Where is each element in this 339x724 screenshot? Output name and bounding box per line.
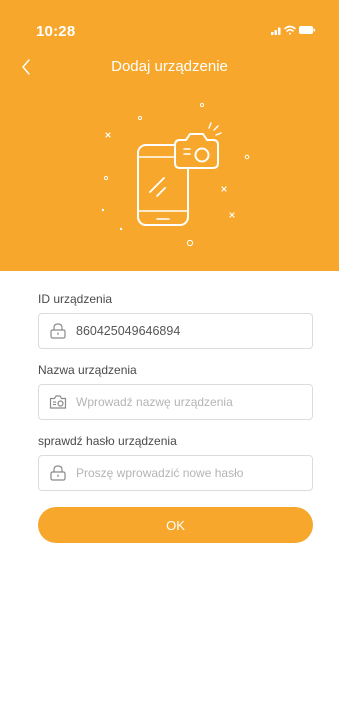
device-name-field[interactable] [38,384,313,420]
device-id-field[interactable] [38,313,313,349]
status-icons [271,24,317,36]
device-password-input[interactable] [76,456,304,490]
device-name-label: Nazwa urządzenia [38,363,137,377]
device-password-field[interactable] [38,455,313,491]
device-password-label: sprawdź hasło urządzenia [38,434,177,448]
add-device-form: ID urządzenia Nazwa urządzenia sprawdź h… [38,290,313,491]
navigation-bar: Dodaj urządzenie [0,52,339,82]
signal-icon [271,27,281,35]
device-id-input[interactable] [76,314,304,348]
page-title: Dodaj urządzenie [111,58,228,75]
wifi-icon [284,25,296,35]
status-bar: 10:28 [0,0,339,44]
camera-icon [49,395,67,409]
device-name-input[interactable] [76,385,304,419]
ok-button[interactable]: OK [38,507,313,543]
status-time: 10:28 [36,23,76,40]
device-id-label: ID urządzenia [38,292,113,306]
lock-icon [50,465,66,481]
battery-icon [299,26,315,34]
header-banner: 10:28 Dodaj urządzenie [0,0,339,271]
lock-icon [50,323,66,339]
phone-camera-illustration [101,102,250,247]
